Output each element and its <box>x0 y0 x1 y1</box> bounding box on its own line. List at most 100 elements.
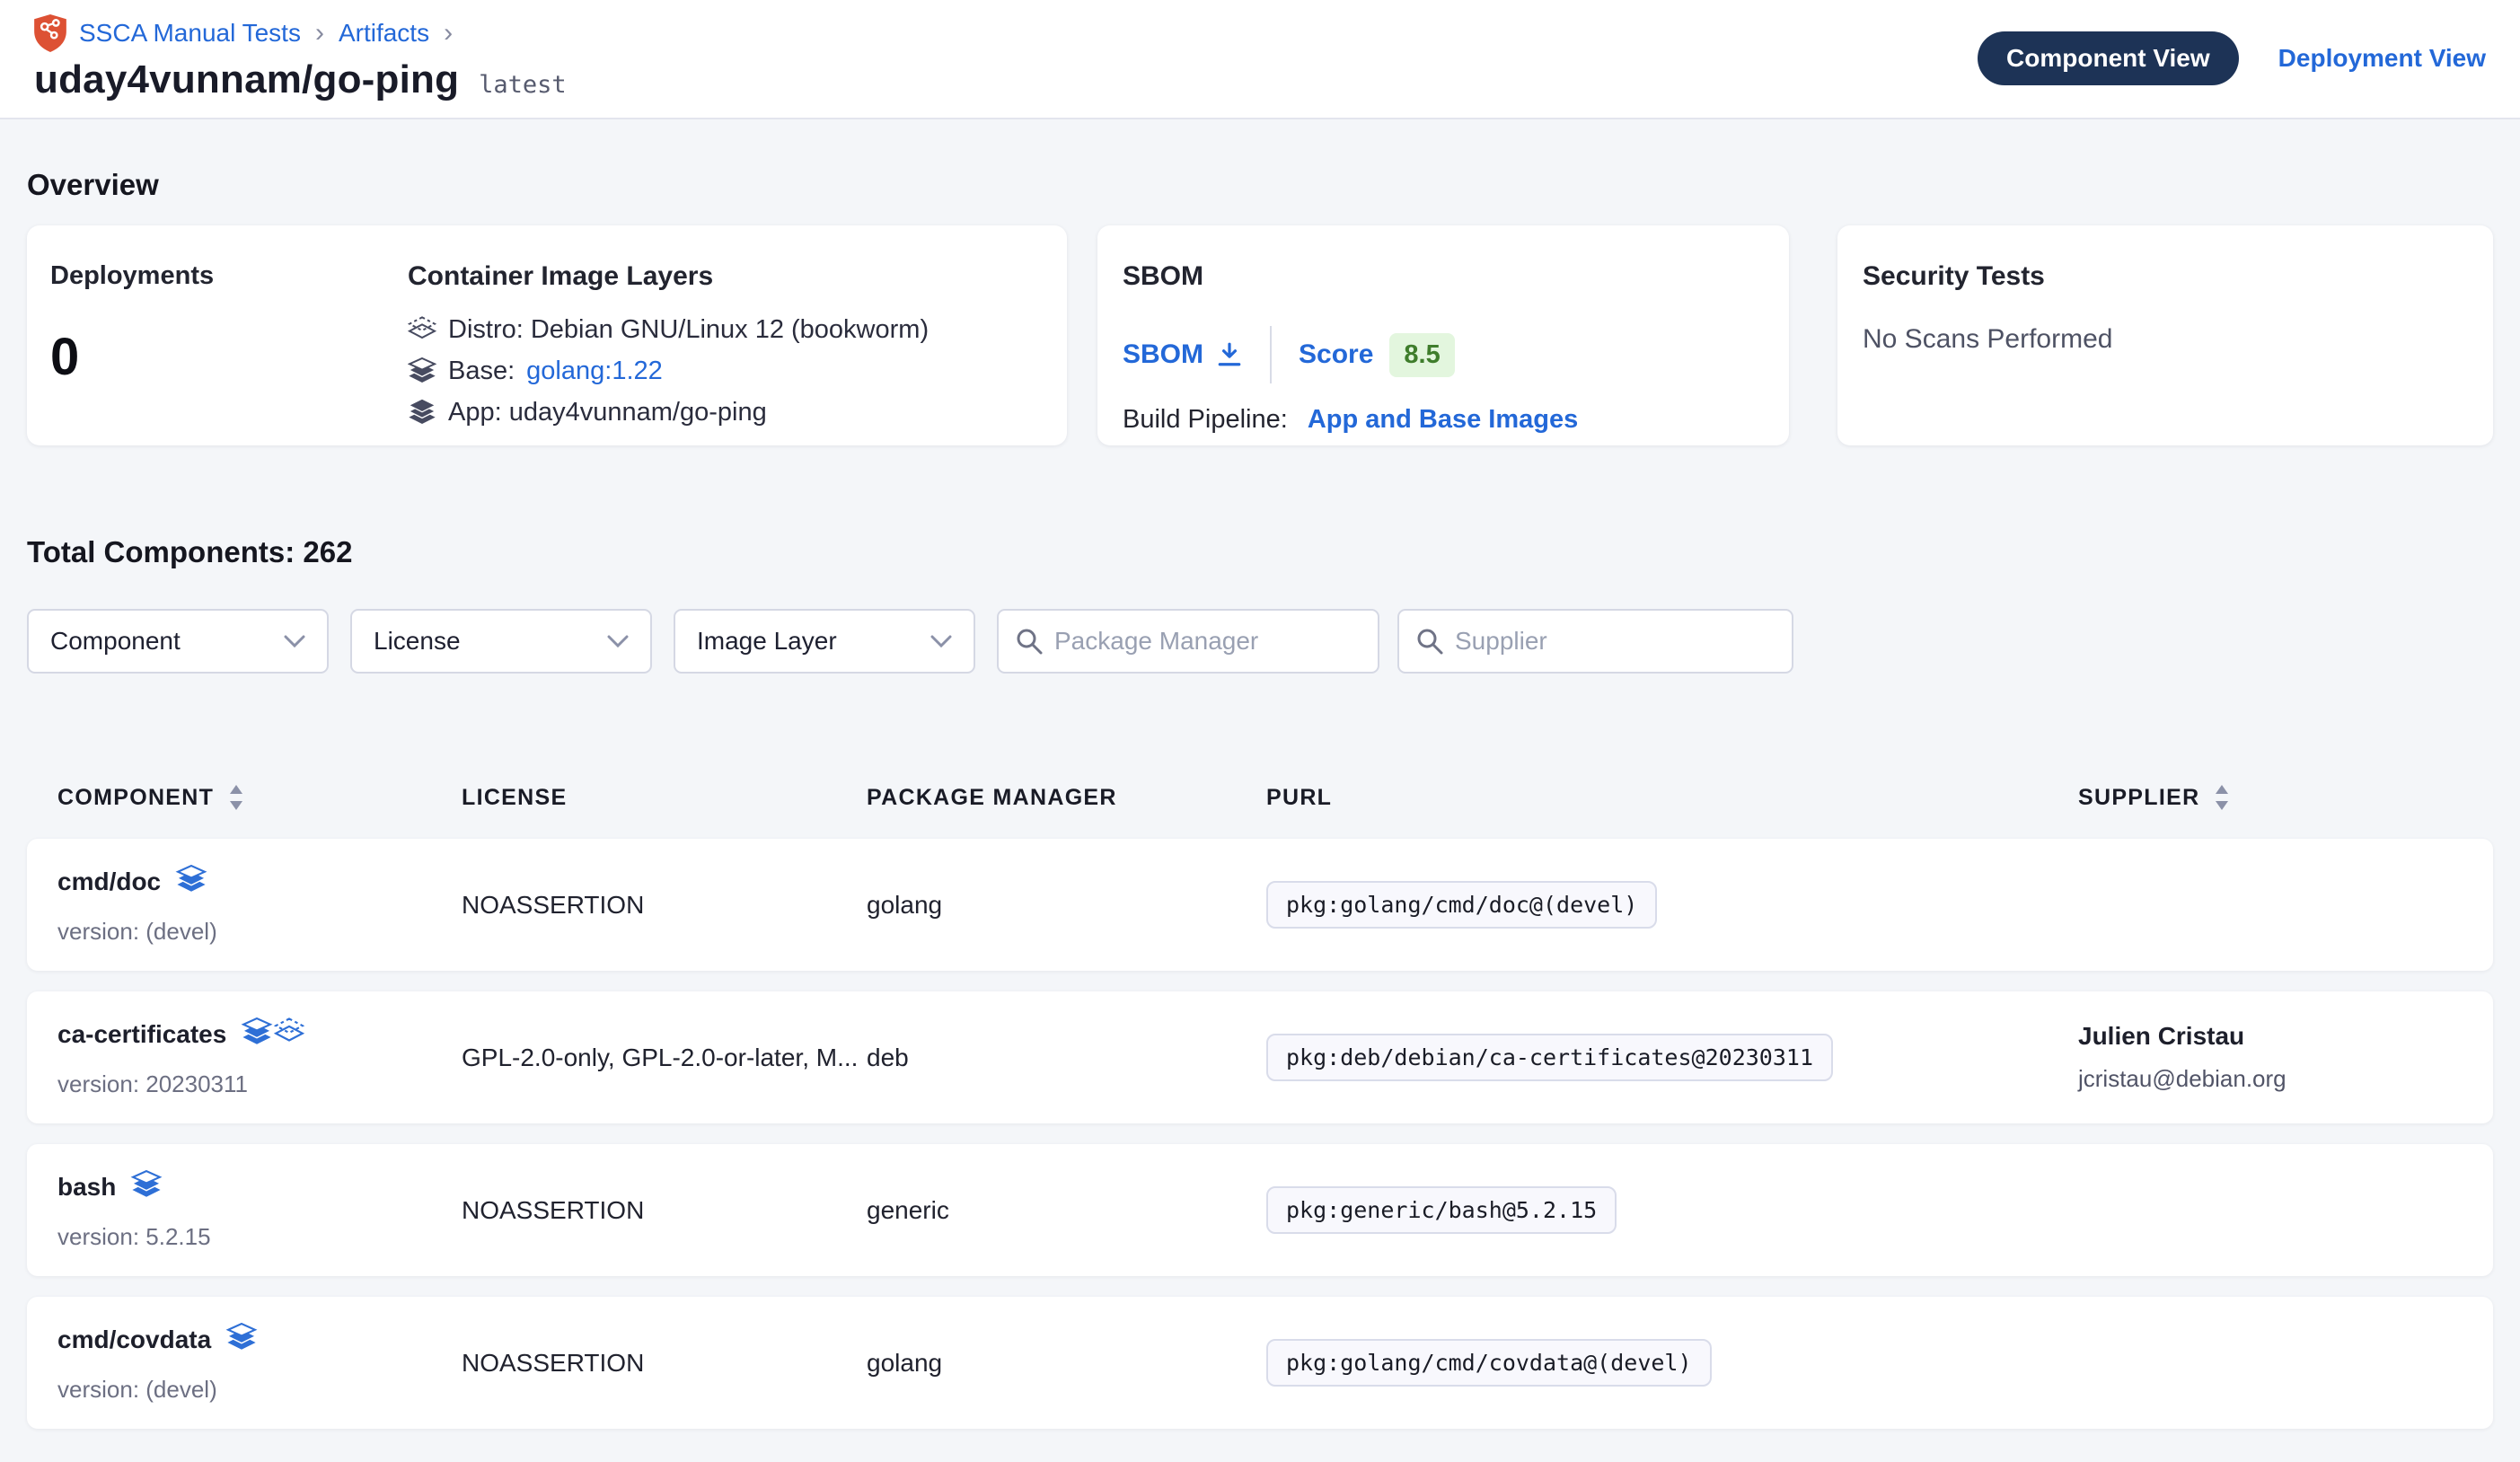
ssca-shield-icon <box>34 14 66 52</box>
sort-icon[interactable] <box>228 784 244 811</box>
layer-base-label: Base: <box>448 357 515 386</box>
chevron-down-icon <box>930 635 952 647</box>
column-header-package-manager: PACKAGE MANAGER <box>867 785 1266 811</box>
deployment-view-link[interactable]: Deployment View <box>2278 44 2486 73</box>
column-header-supplier[interactable]: SUPPLIER <box>2078 784 2493 811</box>
chevron-down-icon <box>607 635 629 647</box>
distro-layers-icon <box>408 316 436 345</box>
app-layers-icon <box>408 399 436 427</box>
sbom-download-label: SBOM <box>1123 339 1203 370</box>
package-manager-search-input[interactable] <box>1054 627 1361 656</box>
page-header: SSCA Manual Tests › Artifacts › uday4vun… <box>0 0 2520 119</box>
column-header-purl: PURL <box>1266 785 2078 811</box>
license-cell: GPL-2.0-only, GPL-2.0-or-later, M... <box>462 1044 867 1072</box>
search-icon <box>1015 627 1044 656</box>
component-name-line: ca-certificates <box>57 1017 462 1052</box>
column-header-license-label: LICENSE <box>462 785 567 811</box>
image-layer-filter-label: Image Layer <box>697 627 837 656</box>
component-view-button[interactable]: Component View <box>1978 31 2239 85</box>
deployments-block: Deployments 0 <box>50 261 408 445</box>
component-cell: ca-certificates version: 20230311 <box>57 1017 462 1098</box>
component-cell: bash version: 5.2.15 <box>57 1170 462 1251</box>
license-filter-dropdown[interactable]: License <box>350 609 652 674</box>
package-manager-cell: deb <box>867 1044 1266 1072</box>
security-tests-title: Security Tests <box>1863 261 2468 292</box>
table-row[interactable]: cmd/covdata version: (devel) NOASSERTION… <box>27 1297 2493 1429</box>
column-header-component[interactable]: COMPONENT <box>57 784 462 811</box>
layers-icon <box>130 1170 163 1201</box>
component-version: version: (devel) <box>57 1376 462 1404</box>
purl-pill: pkg:golang/cmd/doc@(devel) <box>1266 881 1657 929</box>
component-name: cmd/covdata <box>57 1325 211 1354</box>
package-manager-cell: generic <box>867 1196 1266 1225</box>
component-layer-icons <box>241 1017 305 1052</box>
sbom-download-link[interactable]: SBOM <box>1123 339 1243 370</box>
page-title: uday4vunnam/go-ping <box>34 57 459 102</box>
build-pipeline-link[interactable]: App and Base Images <box>1308 405 1578 434</box>
table-row[interactable]: cmd/doc version: (devel) NOASSERTION gol… <box>27 839 2493 971</box>
overview-section-title: Overview <box>27 168 2493 202</box>
component-name: cmd/doc <box>57 868 161 896</box>
total-components-title: Total Components: 262 <box>27 535 2493 569</box>
purl-pill: pkg:generic/bash@5.2.15 <box>1266 1186 1617 1234</box>
deployments-label: Deployments <box>50 261 408 291</box>
image-layers-list: Distro: Debian GNU/Linux 12 (bookworm) B… <box>408 315 929 427</box>
component-version: version: 20230311 <box>57 1070 462 1098</box>
component-name-line: cmd/covdata <box>57 1323 462 1358</box>
breadcrumb-link-ssca[interactable]: SSCA Manual Tests <box>79 19 301 48</box>
layers-icon <box>241 1017 273 1048</box>
supplier-cell: Julien Cristau jcristau@debian.org <box>2078 1022 2493 1093</box>
supplier-search <box>1397 609 1793 674</box>
column-header-license: LICENSE <box>462 785 867 811</box>
component-version: version: (devel) <box>57 918 462 946</box>
purl-pill: pkg:golang/cmd/covdata@(devel) <box>1266 1339 1712 1387</box>
components-table-body: cmd/doc version: (devel) NOASSERTION gol… <box>27 839 2493 1429</box>
component-filter-label: Component <box>50 627 181 656</box>
layers-dotted-icon <box>273 1017 305 1048</box>
components-table-header: COMPONENT LICENSE PACKAGE MANAGER PURL S… <box>27 774 2493 821</box>
sort-icon[interactable] <box>2214 784 2230 811</box>
component-name-line: bash <box>57 1170 462 1205</box>
component-layer-icons <box>225 1323 258 1358</box>
column-header-package-manager-label: PACKAGE MANAGER <box>867 785 1117 811</box>
layer-app-text: App: uday4vunnam/go-ping <box>448 398 767 427</box>
purl-pill: pkg:deb/debian/ca-certificates@20230311 <box>1266 1034 1833 1081</box>
layers-icon <box>175 865 207 895</box>
sbom-score-row: SBOM Score 8.5 <box>1123 326 1764 383</box>
vertical-divider <box>1270 326 1272 383</box>
chevron-down-icon <box>284 635 305 647</box>
column-header-component-label: COMPONENT <box>57 785 214 811</box>
component-filter-dropdown[interactable]: Component <box>27 609 329 674</box>
component-layer-icons <box>130 1170 163 1205</box>
table-row[interactable]: bash version: 5.2.15 NOASSERTION generic… <box>27 1144 2493 1276</box>
breadcrumb-separator: › <box>442 18 454 48</box>
score-badge: 8.5 <box>1389 333 1454 377</box>
supplier-search-input[interactable] <box>1455 627 1775 656</box>
security-tests-status: No Scans Performed <box>1863 324 2468 355</box>
column-header-supplier-label: SUPPLIER <box>2078 785 2199 811</box>
license-cell: NOASSERTION <box>462 891 867 920</box>
base-layers-icon <box>408 357 436 386</box>
image-layer-filter-dropdown[interactable]: Image Layer <box>674 609 975 674</box>
component-cell: cmd/covdata version: (devel) <box>57 1323 462 1404</box>
breadcrumb-separator: › <box>313 18 326 48</box>
overview-cards: Deployments 0 Container Image Layers Dis… <box>27 225 2493 445</box>
deployments-count: 0 <box>50 327 408 387</box>
search-icon <box>1415 627 1444 656</box>
layer-item-app: App: uday4vunnam/go-ping <box>408 398 929 427</box>
supplier-name: Julien Cristau <box>2078 1022 2493 1051</box>
build-pipeline-row: Build Pipeline: App and Base Images <box>1123 405 1764 435</box>
license-cell: NOASSERTION <box>462 1349 867 1378</box>
table-row[interactable]: ca-certificates version: 20230311 GPL-2.… <box>27 991 2493 1123</box>
main-content: Overview Deployments 0 Container Image L… <box>0 168 2520 1429</box>
component-name-line: cmd/doc <box>57 865 462 900</box>
license-filter-label: License <box>374 627 461 656</box>
base-image-link[interactable]: golang:1.22 <box>526 357 663 386</box>
component-layer-icons <box>175 865 207 900</box>
component-version: version: 5.2.15 <box>57 1223 462 1251</box>
layer-item-base: Base: golang:1.22 <box>408 357 929 386</box>
build-pipeline-label: Build Pipeline: <box>1123 405 1288 434</box>
score-link[interactable]: Score <box>1299 339 1373 370</box>
breadcrumb-link-artifacts[interactable]: Artifacts <box>339 19 429 48</box>
image-layers-block: Container Image Layers Distro: Debian GN… <box>408 261 929 445</box>
